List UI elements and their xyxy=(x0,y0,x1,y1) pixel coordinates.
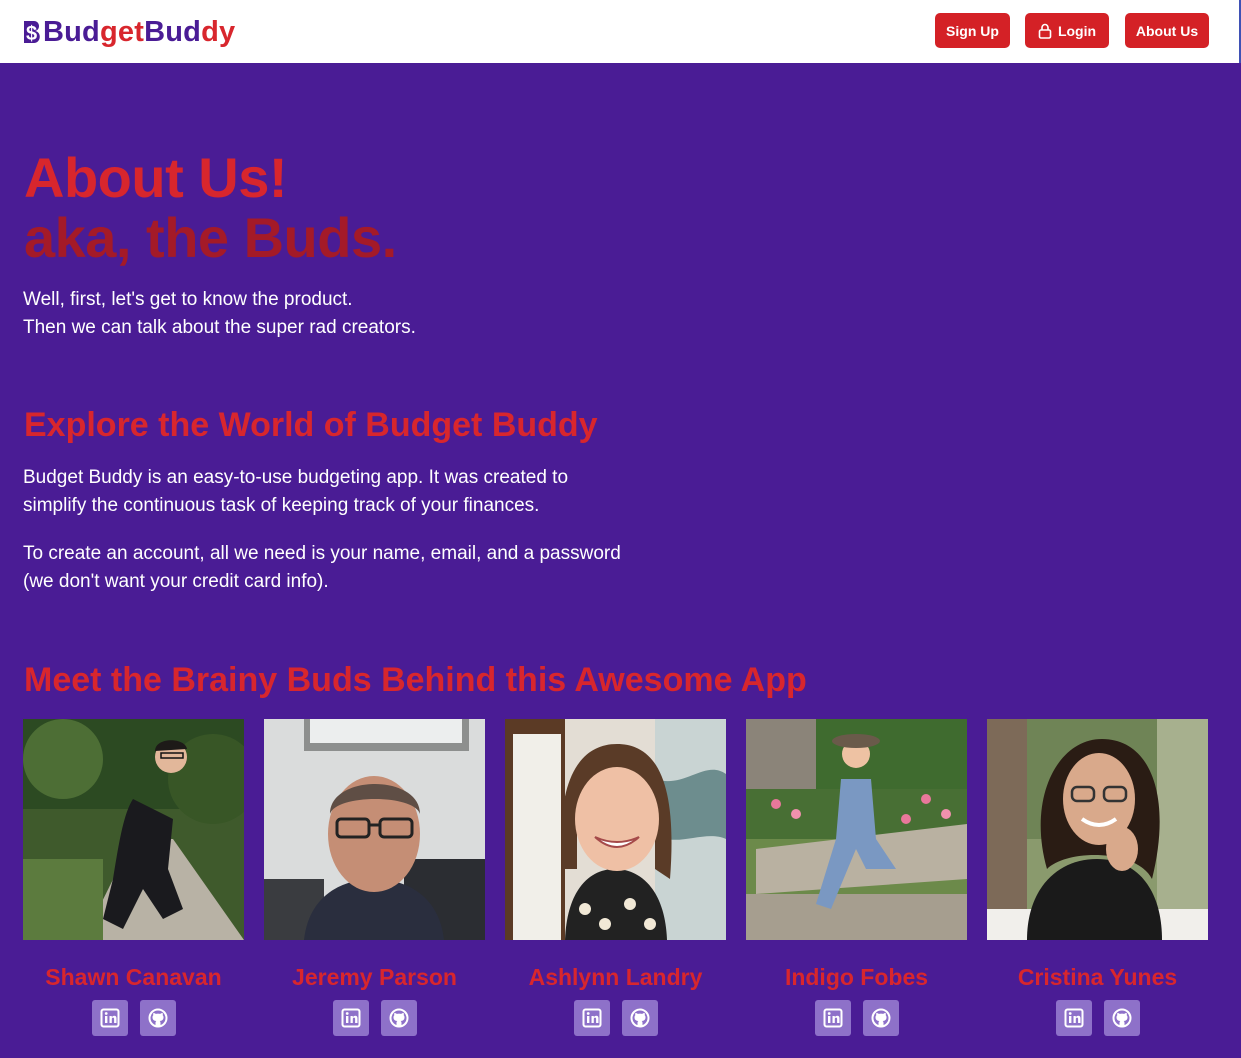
social-links xyxy=(23,1000,244,1036)
member-photo xyxy=(505,719,726,940)
github-icon xyxy=(148,1008,167,1028)
dollar-logo-icon: $ xyxy=(22,18,43,46)
intro-line-2: Then we can talk about the super rad cre… xyxy=(23,317,416,338)
linkedin-link[interactable] xyxy=(91,1000,128,1036)
team-member-card: Cristina Yunes xyxy=(987,719,1208,1036)
member-name: Ashlynn Landry xyxy=(528,964,703,990)
explore-paragraph-1: Budget Buddy is an easy-to-use budgeting… xyxy=(23,467,569,516)
lock-icon xyxy=(1038,23,1052,39)
linkedin-icon xyxy=(1064,1008,1083,1028)
member-photo xyxy=(746,719,967,940)
login-button[interactable]: Login xyxy=(1025,13,1109,48)
github-link[interactable] xyxy=(862,1000,899,1036)
github-icon xyxy=(871,1008,890,1028)
intro-text: Well, first, let's get to know the produ… xyxy=(23,286,623,342)
github-link[interactable] xyxy=(139,1000,176,1036)
member-name: Shawn Canavan xyxy=(45,964,222,990)
about-us-label: About Us xyxy=(1135,22,1199,39)
signup-label: Sign Up xyxy=(946,22,999,39)
github-icon xyxy=(1112,1008,1131,1028)
social-links xyxy=(505,1000,726,1036)
page-subtitle: aka, the Buds. xyxy=(24,206,397,269)
signup-button[interactable]: Sign Up xyxy=(935,13,1010,48)
github-icon xyxy=(389,1008,408,1028)
brand-name-part3: Bud xyxy=(144,15,202,48)
about-us-button[interactable]: About Us xyxy=(1125,13,1209,48)
member-photo xyxy=(264,719,485,940)
member-name: Jeremy Parson xyxy=(292,964,457,990)
linkedin-icon xyxy=(100,1008,119,1028)
explore-paragraph-2: To create an account, all we need is you… xyxy=(23,543,621,592)
linkedin-link[interactable] xyxy=(332,1000,369,1036)
brand-name-part2: get xyxy=(99,15,145,48)
team-member-card: Indigo Fobes xyxy=(746,719,967,1036)
member-name: Indigo Fobes xyxy=(784,964,929,990)
linkedin-link[interactable] xyxy=(1055,1000,1092,1036)
member-photo xyxy=(23,719,244,940)
intro-line-1: Well, first, let's get to know the produ… xyxy=(23,289,353,310)
brand-name-part1: Bud xyxy=(43,15,100,48)
page-title: About Us! xyxy=(24,146,288,209)
login-label: Login xyxy=(1057,22,1097,39)
social-links xyxy=(987,1000,1208,1036)
team-member-card: Ashlynn Landry xyxy=(505,719,726,1036)
social-links xyxy=(264,1000,485,1036)
github-icon xyxy=(630,1008,649,1028)
brand-logo[interactable]: $ Bud get Bud dy xyxy=(22,14,235,50)
navbar: $ Bud get Bud dy Sign Up Login About Us xyxy=(0,0,1241,63)
github-link[interactable] xyxy=(1103,1000,1140,1036)
linkedin-icon xyxy=(582,1008,601,1028)
team-member-card: Shawn Canavan xyxy=(23,719,244,1036)
team-heading: Meet the Brainy Buds Behind this Awesome… xyxy=(24,661,807,699)
linkedin-icon xyxy=(341,1008,360,1028)
linkedin-link[interactable] xyxy=(814,1000,851,1036)
brand-name-part4: dy xyxy=(201,15,236,48)
member-photo xyxy=(987,719,1208,940)
explore-heading: Explore the World of Budget Buddy xyxy=(24,406,598,444)
member-name: Cristina Yunes xyxy=(1017,964,1178,990)
linkedin-icon xyxy=(823,1008,842,1028)
social-links xyxy=(746,1000,967,1036)
linkedin-link[interactable] xyxy=(573,1000,610,1036)
team-member-card: Jeremy Parson xyxy=(264,719,485,1036)
svg-text:$: $ xyxy=(26,23,37,45)
github-link[interactable] xyxy=(380,1000,417,1036)
github-link[interactable] xyxy=(621,1000,658,1036)
